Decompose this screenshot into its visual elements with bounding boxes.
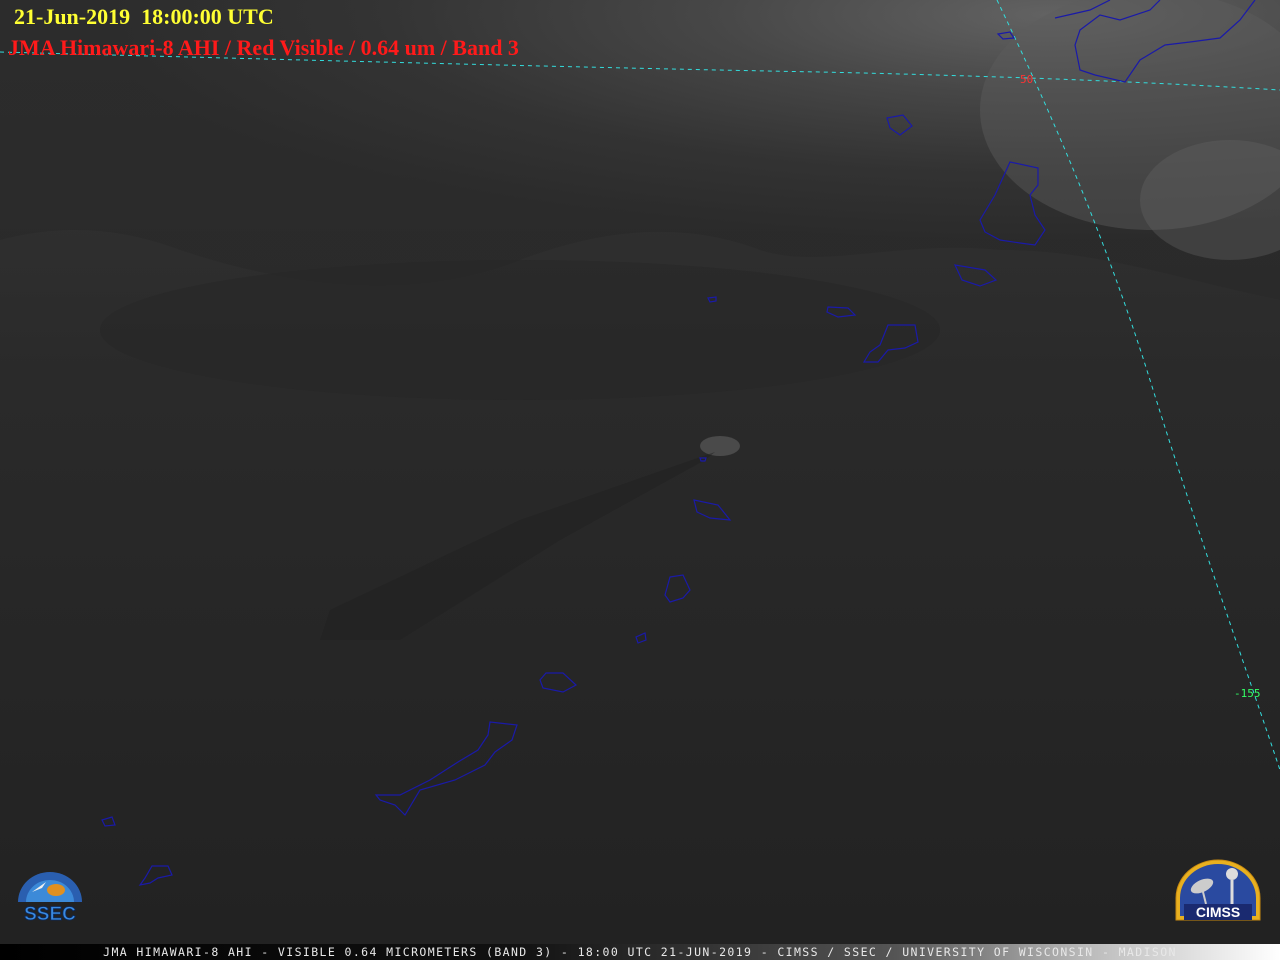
ssec-globe-icon: SSEC [18,872,82,925]
lat-label: 50 [1020,73,1033,86]
cimss-logo: CIMSS [1172,858,1264,924]
footer: JMA HIMAWARI-8 AHI - VISIBLE 0.64 MICROM… [0,944,1280,960]
cimss-logo-label: CIMSS [1196,904,1240,920]
ssec-logo: SSEC [12,868,88,926]
ssec-logo-label: SSEC [24,904,76,925]
cimss-dish-icon: CIMSS [1175,859,1261,921]
lon-label: -155 [1234,687,1261,700]
volcanic-plume [700,436,740,456]
footer-caption: JMA HIMAWARI-8 AHI - VISIBLE 0.64 MICROM… [103,945,1177,959]
satellite-image: 50 -155 [0,0,1280,960]
product-title: JMA Himawari-8 AHI / Red Visible / 0.64 … [8,35,519,60]
image-datetime: 21-Jun-2019 18:00:00 UTC [14,4,274,29]
